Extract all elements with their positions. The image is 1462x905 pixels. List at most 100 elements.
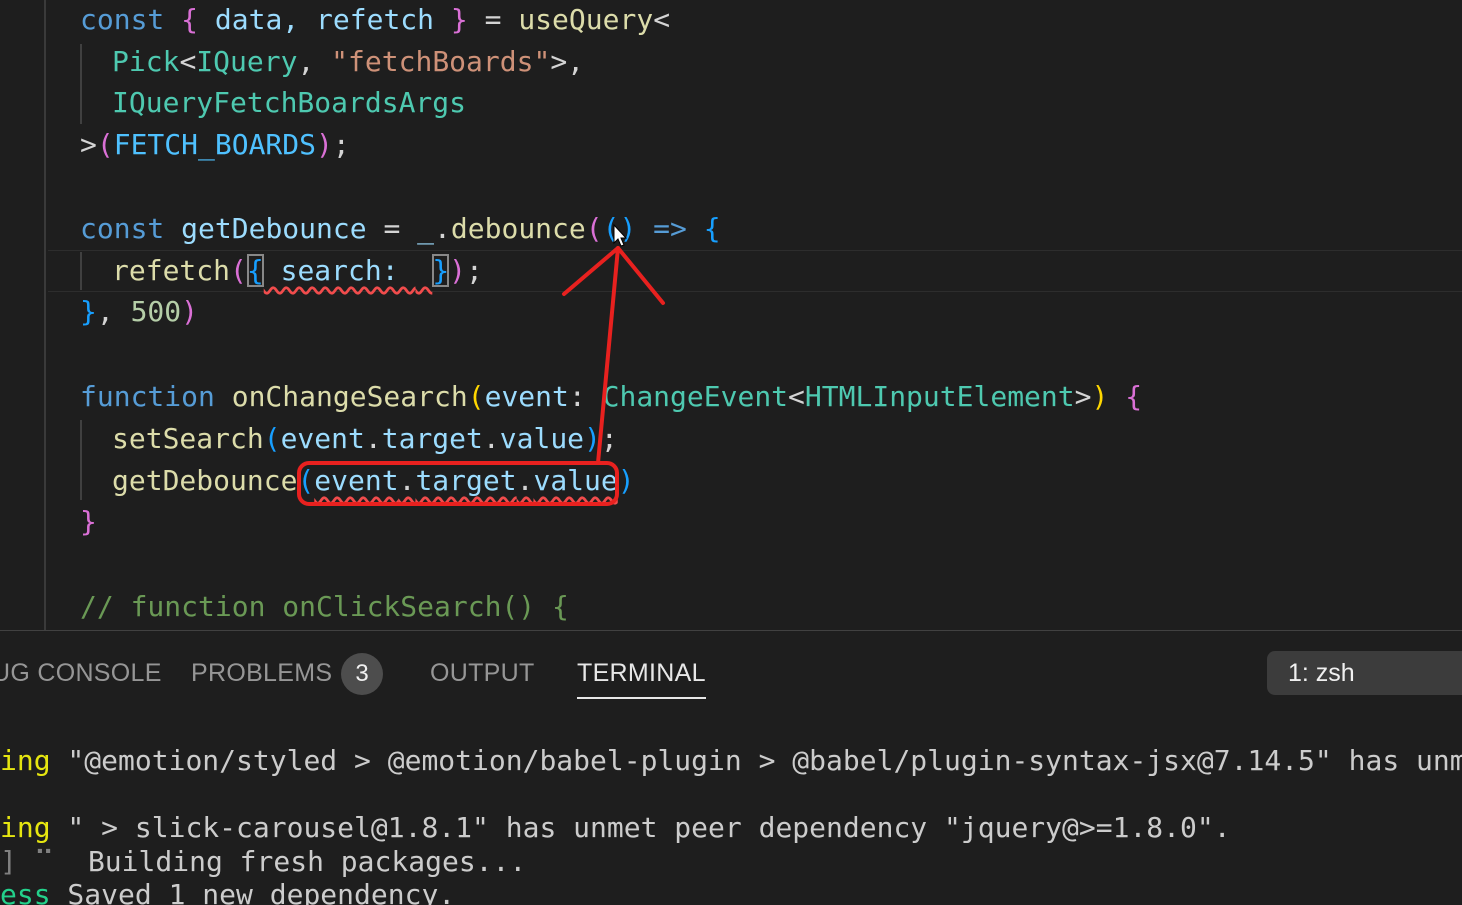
token: (	[96, 128, 114, 161]
token: {	[1125, 380, 1143, 413]
terminal-prefix: ] ⠉	[0, 845, 55, 878]
token: >	[80, 128, 97, 161]
token: )	[1091, 380, 1109, 413]
token: HTMLInputElement	[804, 380, 1075, 413]
code-line-10: getDebounce(event.target.value)	[112, 461, 635, 501]
token: Pick	[112, 45, 180, 78]
code-line-9: setSearch(event.target.value);	[112, 419, 618, 459]
terminal-line-4: ess Saved 1 new dependency.	[0, 878, 455, 905]
token: )	[584, 422, 601, 455]
token: (	[467, 380, 485, 413]
token: value	[499, 422, 585, 455]
token: <	[653, 3, 671, 36]
problems-count-badge: 3	[341, 653, 383, 695]
token: search:	[263, 254, 416, 287]
token: =	[467, 3, 519, 36]
token: FETCH_BOARDS	[113, 128, 317, 161]
token: =	[366, 212, 418, 245]
token: .	[434, 212, 451, 245]
code-line-4: >(FETCH_BOARDS);	[80, 125, 350, 165]
token: const	[80, 3, 165, 36]
token: target	[381, 422, 483, 455]
code-line-11: }	[80, 502, 97, 542]
code-line-2: Pick<IQuery, "fetchBoards">,	[112, 42, 584, 82]
token: }	[450, 3, 468, 36]
terminal-line-3: ] ⠉ Building fresh packages...	[0, 845, 526, 879]
token: function	[80, 380, 215, 413]
editor-gutter-line	[44, 0, 46, 630]
token: {	[246, 254, 264, 287]
code-line-6: refetch({ search: });	[112, 251, 483, 291]
token: getDebounce	[112, 464, 298, 497]
token: const	[80, 212, 165, 245]
token: >,	[550, 45, 585, 78]
code-line-5: const getDebounce = _.debounce(() => {	[80, 209, 721, 249]
token: }	[432, 254, 450, 287]
token: }	[80, 505, 97, 538]
token: (	[585, 212, 603, 245]
token: )	[316, 128, 333, 161]
tab-output[interactable]: OUTPUT	[430, 657, 535, 697]
token: <	[179, 45, 197, 78]
token: .	[482, 422, 500, 455]
token: (	[230, 254, 247, 287]
token: ;	[466, 254, 483, 287]
terminal-text: "@emotion/styled > @emotion/babel-plugin…	[50, 744, 1462, 777]
indent-guide	[80, 420, 82, 500]
terminal-line-2: ing " > slick-carousel@1.8.1" has unmet …	[0, 811, 1231, 845]
token: "fetchBoards"	[331, 45, 551, 78]
token: 500	[130, 295, 182, 328]
token: useQuery	[518, 3, 654, 36]
token: .	[398, 464, 416, 497]
token: )	[619, 212, 637, 245]
code-line-3: IQueryFetchBoardsArgs	[112, 83, 466, 123]
tab-debug-console[interactable]: UG CONSOLE	[0, 657, 162, 697]
terminal-prefix: ess	[0, 878, 51, 905]
token: IQueryFetchBoardsArgs	[112, 86, 467, 119]
token: getDebounce	[181, 212, 367, 245]
code-line-7: }, 500)	[80, 292, 198, 332]
token: // function onClickSearch() {	[80, 590, 569, 623]
token: debounce	[450, 212, 586, 245]
token: ,	[297, 45, 332, 78]
token: )	[617, 464, 635, 497]
terminal-prefix: ing	[0, 744, 51, 777]
token: )	[449, 254, 467, 287]
terminal-line-1: ing "@emotion/styled > @emotion/babel-pl…	[0, 744, 1462, 778]
tab-terminal[interactable]: TERMINAL	[577, 657, 706, 699]
token: :	[568, 380, 603, 413]
code-line-1: const { data, refetch } = useQuery<	[80, 0, 670, 40]
code-line-8: function onChangeSearch(event: ChangeEve…	[80, 377, 1142, 417]
token: .	[364, 422, 382, 455]
token: IQuery	[196, 45, 298, 78]
terminal-text: Building fresh packages...	[54, 845, 527, 878]
token: }	[80, 295, 97, 328]
token: (	[297, 464, 315, 497]
token: onChangeSearch	[231, 380, 468, 413]
token: (	[263, 422, 281, 455]
token: target	[415, 464, 517, 497]
terminal-text: Saved 1 new dependency.	[50, 878, 456, 905]
token: {	[703, 212, 721, 245]
token: value	[533, 464, 618, 497]
token: ,	[96, 295, 131, 328]
token: {	[181, 3, 199, 36]
token: _	[417, 212, 435, 245]
token: setSearch	[112, 422, 264, 455]
tab-problems[interactable]: PROBLEMS	[191, 657, 332, 697]
token: ;	[600, 422, 618, 455]
token: =>	[636, 212, 704, 245]
token: .	[516, 464, 534, 497]
token: event	[280, 422, 365, 455]
token: ;	[332, 128, 350, 161]
token: (	[602, 212, 620, 245]
terminal-select-dropdown[interactable]: 1: zsh	[1267, 651, 1462, 695]
token: <	[788, 380, 805, 413]
terminal-text: " > slick-carousel@1.8.1" has unmet peer…	[50, 811, 1231, 844]
token: >	[1074, 380, 1092, 413]
terminal-prefix: ing	[0, 811, 51, 844]
token: event	[484, 380, 569, 413]
code-editor[interactable]: const { data, refetch } = useQuery< Pick…	[0, 0, 1462, 630]
